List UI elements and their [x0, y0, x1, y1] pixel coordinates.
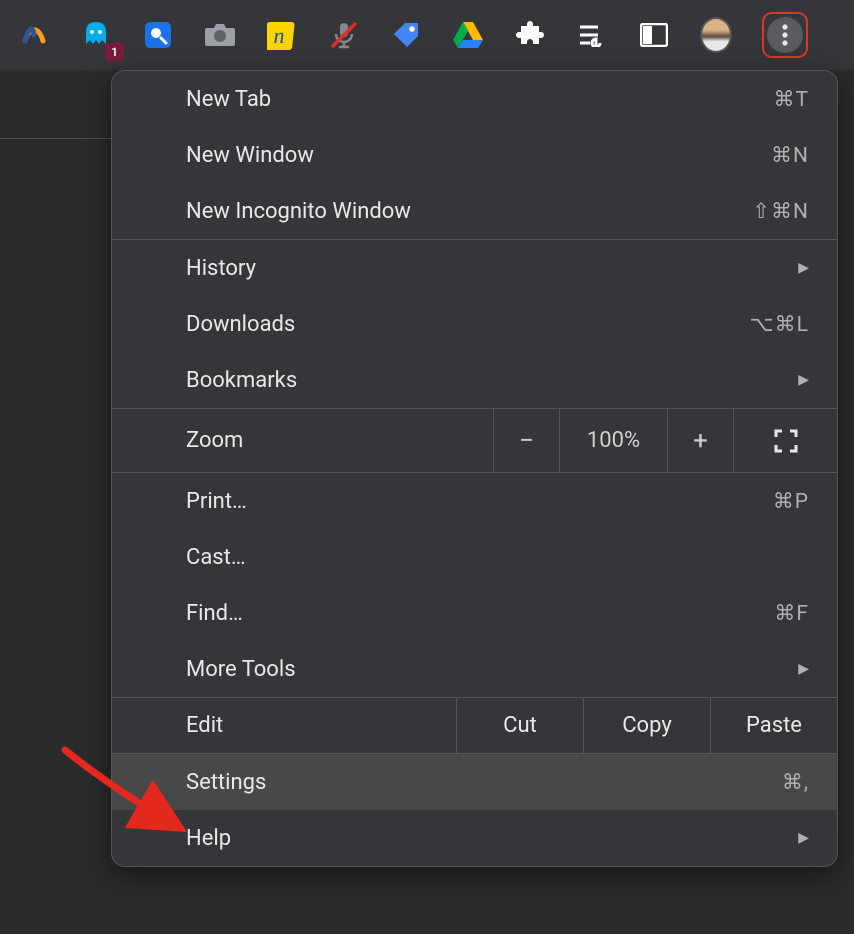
menu-more-tools[interactable]: More Tools ▶: [112, 641, 837, 697]
menu-zoom-label: Zoom: [112, 409, 493, 472]
menu-edit-label: Edit: [112, 698, 456, 753]
picture-in-picture-icon[interactable]: [142, 19, 174, 51]
toolbar-divider: [0, 138, 112, 139]
browser-toolbar: 1 n: [0, 0, 854, 70]
menu-label: Help: [186, 826, 231, 851]
highlight-annotation: [762, 12, 808, 58]
menu-label: Settings: [186, 770, 266, 795]
chevron-right-icon: ▶: [798, 661, 809, 677]
ghostery-icon[interactable]: 1: [80, 19, 112, 51]
menu-label: History: [186, 256, 256, 281]
edit-copy-button[interactable]: Copy: [583, 698, 710, 753]
menu-label: New Tab: [186, 87, 271, 112]
menu-shortcut: ⌘T: [773, 87, 809, 112]
zoom-out-button[interactable]: −: [493, 409, 559, 472]
menu-label: More Tools: [186, 657, 296, 682]
menu-zoom-row: Zoom − 100% +: [112, 409, 837, 473]
menu-shortcut: ⌥⌘L: [749, 312, 809, 337]
menu-new-window[interactable]: New Window ⌘N: [112, 127, 837, 183]
menu-find[interactable]: Find… ⌘F: [112, 585, 837, 641]
avatar[interactable]: [700, 19, 732, 51]
menu-label: Find…: [186, 601, 243, 626]
menu-section-settings: Settings ⌘, Help ▶: [112, 754, 837, 866]
edit-cut-button[interactable]: Cut: [456, 698, 583, 753]
google-drive-icon[interactable]: [452, 19, 484, 51]
mute-mic-icon[interactable]: [328, 19, 360, 51]
menu-downloads[interactable]: Downloads ⌥⌘L: [112, 296, 837, 352]
chevron-right-icon: ▶: [798, 260, 809, 276]
more-menu-button[interactable]: [767, 17, 803, 53]
chevron-right-icon: ▶: [798, 372, 809, 388]
price-tag-icon[interactable]: [390, 19, 422, 51]
svg-text:n: n: [274, 23, 285, 48]
menu-label: Cast…: [186, 545, 246, 570]
screenshot-icon[interactable]: [204, 19, 236, 51]
menu-section-new: New Tab ⌘T New Window ⌘N New Incognito W…: [112, 71, 837, 240]
menu-section-history: History ▶ Downloads ⌥⌘L Bookmarks ▶: [112, 240, 837, 409]
menu-label: Bookmarks: [186, 368, 297, 393]
menu-shortcut: ⌘,: [782, 770, 809, 795]
menu-shortcut: ⌘F: [774, 601, 809, 626]
vertical-dots-icon: [782, 24, 788, 46]
chrome-main-menu: New Tab ⌘T New Window ⌘N New Incognito W…: [111, 70, 838, 867]
menu-shortcut: ⇧⌘N: [752, 199, 809, 224]
zoom-percentage: 100%: [559, 409, 667, 472]
side-panel-icon[interactable]: [638, 19, 670, 51]
menu-label: Downloads: [186, 312, 295, 337]
menu-settings[interactable]: Settings ⌘,: [112, 754, 837, 810]
menu-history[interactable]: History ▶: [112, 240, 837, 296]
menu-bookmarks[interactable]: Bookmarks ▶: [112, 352, 837, 408]
extensions-icon[interactable]: [514, 19, 546, 51]
menu-print[interactable]: Print… ⌘P: [112, 473, 837, 529]
fullscreen-icon: [774, 429, 798, 453]
menu-label: Print…: [186, 489, 247, 514]
zoom-in-button[interactable]: +: [667, 409, 733, 472]
extension-badge: 1: [105, 43, 124, 61]
menu-shortcut: ⌘P: [773, 489, 809, 514]
media-control-icon[interactable]: [576, 19, 608, 51]
menu-edit-row: Edit Cut Copy Paste: [112, 698, 837, 754]
profile-avatar[interactable]: [700, 17, 732, 53]
menu-new-tab[interactable]: New Tab ⌘T: [112, 71, 837, 127]
fullscreen-button[interactable]: [733, 409, 837, 472]
menu-label: New Window: [186, 143, 314, 168]
menu-section-tools: Print… ⌘P Cast… Find… ⌘F More Tools ▶: [112, 473, 837, 698]
edit-paste-button[interactable]: Paste: [710, 698, 837, 753]
menu-shortcut: ⌘N: [771, 143, 809, 168]
menu-new-incognito[interactable]: New Incognito Window ⇧⌘N: [112, 183, 837, 239]
menu-help[interactable]: Help ▶: [112, 810, 837, 866]
chevron-right-icon: ▶: [798, 830, 809, 846]
notion-icon[interactable]: n: [266, 19, 298, 51]
similarweb-icon[interactable]: [18, 19, 50, 51]
menu-cast[interactable]: Cast…: [112, 529, 837, 585]
menu-label: New Incognito Window: [186, 199, 411, 224]
